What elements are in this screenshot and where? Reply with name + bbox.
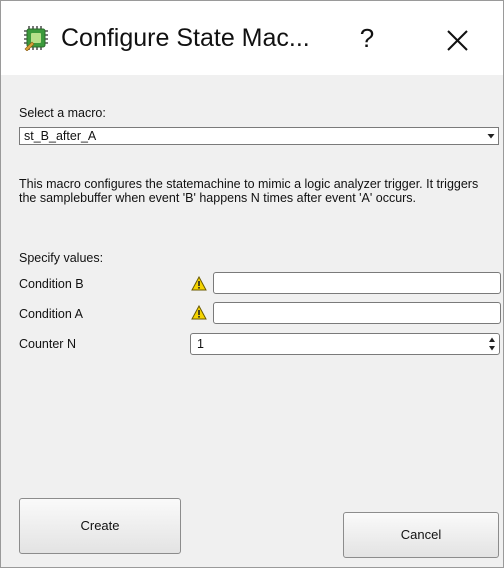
condition-b-label: Condition B — [19, 277, 84, 291]
close-icon[interactable] — [435, 19, 479, 63]
window-title: Configure State Mac... — [61, 24, 310, 52]
cancel-button[interactable]: Cancel — [343, 512, 499, 558]
help-button[interactable]: ? — [347, 19, 387, 59]
select-macro-label: Select a macro: — [19, 106, 106, 120]
configure-state-machine-dialog: Configure State Mac... ? Select a macro:… — [0, 0, 504, 568]
counter-n-value: 1 — [197, 337, 204, 351]
create-button[interactable]: Create — [19, 498, 181, 554]
chip-icon — [24, 26, 48, 51]
spin-up-icon[interactable] — [486, 335, 498, 344]
specify-values-label: Specify values: — [19, 251, 104, 265]
warning-icon — [191, 305, 207, 320]
condition-a-label: Condition A — [19, 307, 83, 321]
title-bar: Configure State Mac... ? — [1, 1, 503, 75]
macro-description: This macro configures the statemachine t… — [19, 177, 479, 205]
spin-arrows — [486, 335, 498, 353]
condition-a-input[interactable] — [213, 302, 501, 324]
macro-select-value: st_B_after_A — [24, 129, 97, 143]
warning-icon — [191, 276, 207, 291]
counter-n-spinbox[interactable]: 1 — [190, 333, 500, 355]
spin-down-icon[interactable] — [486, 344, 498, 353]
macro-select[interactable]: st_B_after_A — [19, 127, 499, 145]
dropdown-arrow-icon[interactable] — [484, 128, 498, 144]
counter-n-label: Counter N — [19, 337, 76, 351]
condition-b-input[interactable] — [213, 272, 501, 294]
